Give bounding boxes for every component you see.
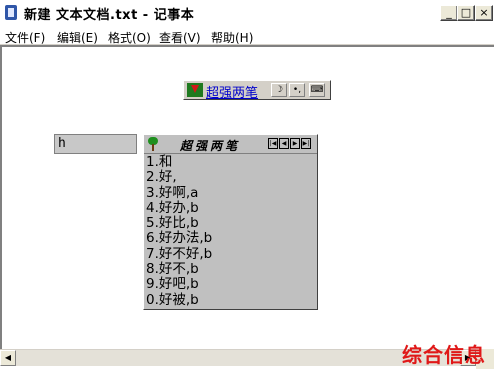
notepad-icon — [5, 5, 17, 20]
tree-icon — [147, 137, 159, 151]
punctuation-icon[interactable]: •, — [289, 83, 305, 97]
next-page-button[interactable]: ▶ — [290, 138, 300, 149]
soft-keyboard-icon[interactable]: ⌨ — [309, 83, 325, 97]
candidate-header: 超强两笔 |◀ ◀ ▶ ▶| — [144, 135, 317, 154]
menu-view[interactable]: 查看(V) — [159, 29, 201, 46]
candidate-window: 超强两笔 |◀ ◀ ▶ ▶| 1.和 2.好, 3.好啊,a 4.好办,b 5.… — [143, 134, 318, 310]
menu-format[interactable]: 格式(O) — [108, 29, 151, 46]
menu-help[interactable]: 帮助(H) — [211, 29, 253, 46]
candidate-item[interactable]: 2.好, — [146, 169, 212, 185]
window-title: 新建 文本文档.txt - 记事本 — [24, 8, 195, 23]
last-page-button[interactable]: ▶| — [301, 138, 311, 149]
minimize-button[interactable]: _ — [440, 5, 458, 21]
candidate-item[interactable]: 3.好啊,a — [146, 185, 212, 201]
candidate-item[interactable]: 7.好不好,b — [146, 246, 212, 262]
watermark-text: 综合信息 — [402, 343, 486, 367]
candidate-item[interactable]: 8.好不,b — [146, 261, 212, 277]
candidate-item[interactable]: 5.好比,b — [146, 215, 212, 231]
first-page-button[interactable]: |◀ — [268, 138, 278, 149]
candidate-item[interactable]: 9.好吧,b — [146, 277, 212, 293]
candidate-item[interactable]: 6.好办法,b — [146, 231, 212, 247]
menu-file[interactable]: 文件(F) — [5, 29, 45, 46]
title-bar[interactable]: 新建 文本文档.txt - 记事本 _ □ × — [0, 0, 494, 27]
ime-status-bar[interactable]: 超强两笔 ☽ •, ⌨ — [183, 80, 331, 101]
close-button[interactable]: × — [475, 5, 493, 21]
ime-name[interactable]: 超强两笔 — [206, 82, 258, 101]
candidate-item[interactable]: 0.好被,b — [146, 292, 212, 308]
candidate-item[interactable]: 4.好办,b — [146, 200, 212, 216]
candidate-list: 1.和 2.好, 3.好啊,a 4.好办,b 5.好比,b 6.好办法,b 7.… — [146, 154, 212, 308]
ime-logo-icon[interactable] — [187, 83, 203, 97]
menu-bar: 文件(F) 编辑(E) 格式(O) 查看(V) 帮助(H) — [0, 27, 494, 45]
half-width-icon[interactable]: ☽ — [271, 83, 287, 97]
prev-page-button[interactable]: ◀ — [279, 138, 289, 149]
menu-edit[interactable]: 编辑(E) — [57, 29, 98, 46]
composition-box: h — [54, 134, 137, 154]
maximize-button[interactable]: □ — [457, 5, 475, 21]
scroll-left-icon[interactable]: ◀ — [0, 350, 16, 366]
candidate-title: 超强两笔 — [180, 139, 241, 153]
candidate-item[interactable]: 1.和 — [146, 154, 212, 170]
